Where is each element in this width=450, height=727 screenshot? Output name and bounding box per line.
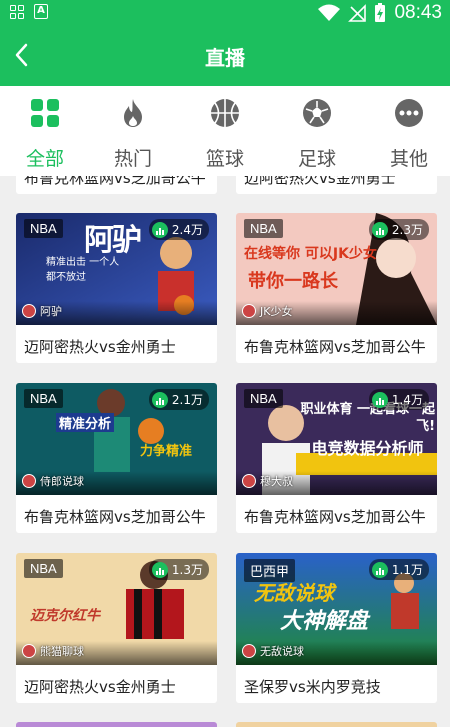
battery-charging-icon: [375, 3, 386, 22]
league-badge: NBA: [244, 219, 283, 238]
tab-label: 热门: [113, 148, 152, 170]
league-badge: NBA: [244, 389, 283, 408]
app-grid-notification-icon: [10, 4, 24, 19]
thumbnail-overlay-subtext: 精准出击 一个人都不放过: [46, 257, 120, 283]
viewer-count: 1.3万: [148, 559, 209, 580]
stream-card[interactable]: 职业体育 一起看球一起飞! 电竞数据分析师 NBA 1.4万 穆大叔 布鲁克林篮…: [236, 383, 437, 533]
streamer-info: 熊猫聊球: [22, 643, 84, 659]
viewer-count: 2.1万: [148, 389, 209, 410]
league-badge: 巴西甲: [244, 559, 296, 582]
tab-label: 足球: [297, 148, 336, 170]
bar-chart-icon: [371, 561, 388, 578]
stream-card-partial[interactable]: [16, 722, 217, 727]
thumbnail-overlay-text: 迈克尔红牛: [30, 608, 100, 624]
bar-chart-icon: [151, 561, 168, 578]
streamer-info: JK少女: [242, 303, 292, 319]
streamer-info: 阿驴: [22, 303, 62, 319]
bar-chart-icon: [151, 391, 168, 408]
tab-all[interactable]: 全部: [0, 86, 90, 176]
basketball-icon: [211, 99, 239, 127]
soccer-ball-icon: [303, 99, 331, 127]
league-badge: NBA: [24, 559, 63, 578]
thumbnail-overlay-subtext: 在线等你 可以JK少女: [244, 246, 377, 262]
grid-icon: [31, 99, 59, 127]
streamer-name: JK少女: [260, 305, 293, 318]
tab-label: 全部: [25, 148, 64, 170]
streamer-name: 穆大叔: [260, 475, 293, 488]
viewer-count: 1.1万: [368, 559, 429, 580]
stream-card[interactable]: 在线等你 可以JK少女 带你一路长 NBA 2.3万 JK少女 布鲁克林篮网vs…: [236, 213, 437, 363]
thumbnail-overlay-text: 电竞数据分析师: [311, 439, 424, 458]
stream-card-partial[interactable]: 迈阿密热火vs金州勇士: [236, 176, 437, 194]
clock-time: 08:43: [394, 2, 442, 23]
stream-title: 迈阿密热火vs金州勇士: [24, 338, 176, 356]
stream-title: 迈阿密热火vs金州勇士: [244, 176, 396, 187]
thumbnail-overlay-subtext: 大神解盘: [280, 609, 369, 634]
stream-thumbnail: 精准分析 力争精准 NBA 2.1万 侍郎说球: [16, 383, 217, 495]
avatar: [242, 474, 256, 488]
tab-label: 篮球: [205, 148, 244, 170]
viewer-count: 1.4万: [368, 389, 429, 410]
category-tabs: 全部 热门 篮球 足球 其他: [0, 86, 450, 176]
tab-other[interactable]: 其他: [364, 86, 450, 176]
stream-card[interactable]: 迈克尔红牛 NBA 1.3万 熊猫聊球 迈阿密热火vs金州勇士: [16, 553, 217, 703]
avatar: [22, 304, 36, 318]
stream-card[interactable]: 阿驴 精准出击 一个人都不放过 NBA 2.4万 阿驴 迈阿密热火vs金州勇士: [16, 213, 217, 363]
streamer-name: 熊猫聊球: [40, 645, 84, 658]
stream-thumbnail: 迈克尔红牛 NBA 1.3万 熊猫聊球: [16, 553, 217, 665]
stream-title: 布鲁克林篮网vs芝加哥公牛: [24, 508, 206, 526]
stream-card[interactable]: 精准分析 力争精准 NBA 2.1万 侍郎说球 布鲁克林篮网vs芝加哥公牛: [16, 383, 217, 533]
streamer-info: 无敌说球: [242, 643, 304, 659]
tab-soccer[interactable]: 足球: [272, 86, 362, 176]
thumbnail-overlay-text: 精准分析: [56, 413, 115, 432]
viewer-count: 2.4万: [148, 219, 209, 240]
tab-label: 其他: [389, 148, 428, 170]
no-signal-icon: [348, 4, 367, 22]
streamer-info: 穆大叔: [242, 473, 293, 489]
stream-card-partial[interactable]: [236, 722, 437, 727]
stream-title: 圣保罗vs米内罗竞技: [244, 678, 381, 696]
streamer-name: 阿驴: [40, 305, 62, 318]
tab-hot[interactable]: 热门: [88, 86, 178, 176]
flame-icon: [124, 99, 142, 127]
avatar: [242, 304, 256, 318]
stream-thumbnail: 阿驴 精准出击 一个人都不放过 NBA 2.4万 阿驴: [16, 213, 217, 325]
avatar: [22, 474, 36, 488]
status-bar: A 08:43: [0, 0, 450, 26]
league-badge: NBA: [24, 389, 63, 408]
live-feed[interactable]: 布鲁克林篮网vs芝加哥公牛 迈阿密热火vs金州勇士 阿驴 精准出击 一个人都不放…: [0, 176, 450, 727]
a-notification-icon: A: [34, 4, 48, 19]
streamer-name: 无敌说球: [260, 645, 304, 658]
stream-thumbnail: 无敌说球 大神解盘 巴西甲 1.1万 无敌说球: [236, 553, 437, 665]
stream-title: 布鲁克林篮网vs芝加哥公牛: [244, 508, 426, 526]
stream-card-partial[interactable]: 布鲁克林篮网vs芝加哥公牛: [16, 176, 217, 194]
bar-chart-icon: [151, 221, 168, 238]
stream-thumbnail: 职业体育 一起看球一起飞! 电竞数据分析师 NBA 1.4万 穆大叔: [236, 383, 437, 495]
more-icon: [395, 99, 423, 127]
avatar: [242, 644, 256, 658]
thumbnail-overlay-subtext: 力争精准: [140, 444, 193, 459]
stream-title: 布鲁克林篮网vs芝加哥公牛: [24, 176, 206, 187]
stream-thumbnail: 在线等你 可以JK少女 带你一路长 NBA 2.3万 JK少女: [236, 213, 437, 325]
streamer-name: 侍郎说球: [40, 475, 84, 488]
wifi-icon: [318, 4, 341, 21]
viewer-count: 2.3万: [368, 219, 429, 240]
stream-card[interactable]: 无敌说球 大神解盘 巴西甲 1.1万 无敌说球 圣保罗vs米内罗竞技: [236, 553, 437, 703]
page-title: 直播: [205, 46, 245, 70]
thumbnail-overlay-text: 带你一路长: [248, 271, 338, 292]
stream-title: 迈阿密热火vs金州勇士: [24, 678, 176, 696]
bar-chart-icon: [371, 391, 388, 408]
streamer-info: 侍郎说球: [22, 473, 84, 489]
app-bar: 直播: [0, 26, 450, 86]
bar-chart-icon: [371, 221, 388, 238]
league-badge: NBA: [24, 219, 63, 238]
stream-title: 布鲁克林篮网vs芝加哥公牛: [244, 338, 426, 356]
tab-basketball[interactable]: 篮球: [180, 86, 270, 176]
avatar: [22, 644, 36, 658]
